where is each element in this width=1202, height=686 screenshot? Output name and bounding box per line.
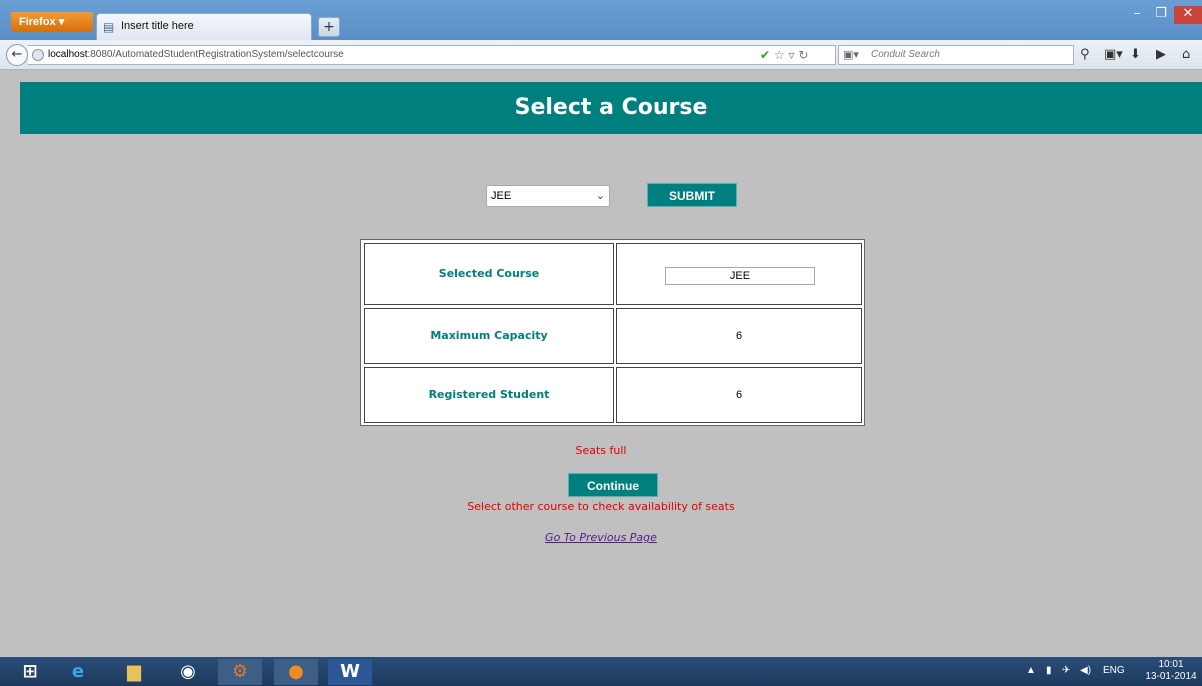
label-maximum-capacity: Maximum Capacity: [364, 308, 614, 364]
bookmark-star-icon[interactable]: ☆: [774, 48, 785, 62]
navigation-bar: ← localhost:8080/AutomatedStudentRegistr…: [0, 40, 1202, 70]
page-icon: ▤: [103, 20, 115, 34]
show-hidden-icons-icon[interactable]: ▲: [1026, 665, 1036, 676]
label-selected-course: Selected Course: [364, 243, 614, 305]
course-select-value: JEE: [491, 190, 512, 202]
windows-start-icon[interactable]: ⊞: [8, 659, 52, 685]
language-indicator[interactable]: ENG: [1103, 665, 1125, 676]
maximize-button[interactable]: ❐: [1148, 6, 1174, 24]
submit-button[interactable]: SUBMIT: [647, 183, 737, 207]
internet-explorer-icon[interactable]: e: [56, 659, 100, 685]
dropdown-icon[interactable]: ▿: [788, 48, 794, 62]
hp-icon[interactable]: ◉: [166, 659, 210, 685]
java-ee-ide-icon[interactable]: ⚙: [218, 659, 262, 685]
url-host: localhost: [48, 49, 88, 60]
back-button[interactable]: ←: [6, 44, 28, 66]
search-placeholder: Conduit Search: [871, 49, 940, 60]
url-actions: ✔ ☆ ▿ ↻: [760, 48, 808, 62]
search-engine-icon[interactable]: ▣▾: [843, 48, 859, 61]
clock-date: 13-01-2014: [1145, 671, 1197, 682]
volume-icon[interactable]: ◀): [1080, 665, 1091, 676]
bookmarks-icon[interactable]: ▣▾: [1104, 47, 1123, 62]
search-bar[interactable]: ▣▾ Conduit Search: [838, 45, 1074, 65]
tab-title: Insert title here: [121, 20, 194, 32]
firefox-icon[interactable]: ●: [274, 659, 318, 685]
browser-titlebar: Firefox ▾ ▤ Insert title here + – ❐ ✕: [0, 0, 1202, 40]
url-bar[interactable]: localhost:8080/AutomatedStudentRegistrat…: [28, 45, 836, 65]
course-info-table: Selected Course JEE Maximum Capacity 6 R…: [360, 239, 865, 426]
check-icon[interactable]: ✔: [760, 48, 770, 62]
battery-icon[interactable]: ▮: [1046, 665, 1052, 676]
browser-tab[interactable]: ▤ Insert title here: [96, 13, 312, 40]
selected-course-cell: JEE: [616, 243, 862, 305]
clock[interactable]: 10:01 13-01-2014: [1142, 659, 1200, 683]
minimize-button[interactable]: –: [1124, 6, 1150, 24]
file-explorer-icon[interactable]: ▆: [112, 659, 156, 685]
chevron-down-icon: ⌄: [595, 190, 605, 202]
youtube-icon[interactable]: ▶: [1156, 47, 1166, 62]
url-text: localhost:8080/AutomatedStudentRegistrat…: [48, 49, 344, 60]
download-icon[interactable]: ⬇: [1130, 47, 1141, 62]
firefox-menu-button[interactable]: Firefox ▾: [11, 12, 93, 32]
seats-full-message: Seats full: [575, 444, 627, 457]
firefox-menu-label: Firefox: [19, 16, 56, 28]
continue-button[interactable]: Continue: [568, 473, 658, 497]
word-icon[interactable]: W: [328, 659, 372, 685]
previous-page-link[interactable]: Go To Previous Page: [0, 531, 1202, 544]
selected-course-field[interactable]: JEE: [665, 267, 815, 285]
availability-hint: Select other course to check availabilit…: [467, 500, 735, 513]
label-registered-student: Registered Student: [364, 367, 614, 423]
home-icon[interactable]: ⌂: [1182, 47, 1190, 62]
globe-icon: [32, 49, 44, 61]
search-icon[interactable]: ⚲: [1080, 47, 1090, 62]
airplane-icon[interactable]: ✈: [1062, 665, 1070, 676]
course-select[interactable]: JEE ⌄: [486, 185, 610, 207]
clock-time: 10:01: [1158, 659, 1184, 670]
close-button[interactable]: ✕: [1174, 6, 1202, 24]
reload-icon[interactable]: ↻: [798, 48, 808, 62]
url-path: :8080/AutomatedStudentRegistrationSystem…: [87, 49, 344, 60]
page-title: Select a Course: [20, 82, 1202, 134]
new-tab-button[interactable]: +: [318, 17, 340, 37]
windows-taskbar: ⊞ e ▆ ◉ ⚙ ● W ▲ ▮ ✈ ◀) ENG 10:01 13-01-2…: [0, 657, 1202, 686]
registered-student-value: 6: [616, 367, 862, 423]
maximum-capacity-value: 6: [616, 308, 862, 364]
